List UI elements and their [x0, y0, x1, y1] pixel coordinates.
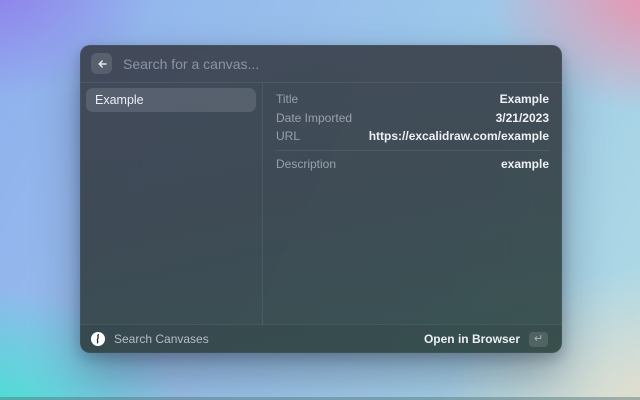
metadata-value: 3/21/2023: [495, 110, 549, 125]
command-identity: Search Canvases: [91, 332, 209, 346]
back-button[interactable]: [91, 53, 112, 74]
search-header: [80, 45, 562, 83]
action-bar: Search Canvases Open in Browser ↵: [80, 324, 562, 353]
window-body: Example Title Example Date Imported 3/21…: [80, 83, 562, 324]
command-name: Search Canvases: [114, 332, 209, 346]
metadata-row-date: Date Imported 3/21/2023: [276, 109, 549, 128]
back-arrow-icon: [96, 58, 108, 70]
desktop-background: Example Title Example Date Imported 3/21…: [0, 0, 640, 400]
launcher-window: Example Title Example Date Imported 3/21…: [80, 45, 562, 353]
metadata-label: URL: [276, 129, 301, 144]
excalidraw-logo-icon: [91, 332, 105, 346]
search-input[interactable]: [123, 55, 551, 72]
detail-panel: Title Example Date Imported 3/21/2023 UR…: [263, 83, 562, 324]
canvas-list: Example: [80, 83, 263, 324]
metadata-value: https://excalidraw.com/example: [368, 129, 549, 144]
enter-key-badge: ↵: [529, 331, 548, 347]
metadata-label: Title: [276, 92, 299, 107]
metadata-label: Date Imported: [276, 110, 353, 125]
metadata-value: example: [500, 156, 549, 171]
primary-action-label: Open in Browser: [423, 332, 520, 346]
metadata-value: Example: [499, 92, 549, 107]
metadata-divider: [276, 149, 549, 151]
metadata-label: Description: [276, 156, 337, 171]
open-in-browser-button[interactable]: Open in Browser ↵: [421, 330, 551, 349]
list-item-example[interactable]: Example: [86, 88, 256, 112]
metadata-row-url: URL https://excalidraw.com/example: [276, 127, 549, 146]
metadata-row-description: Description example: [276, 155, 549, 174]
metadata-row-title: Title Example: [276, 90, 549, 109]
